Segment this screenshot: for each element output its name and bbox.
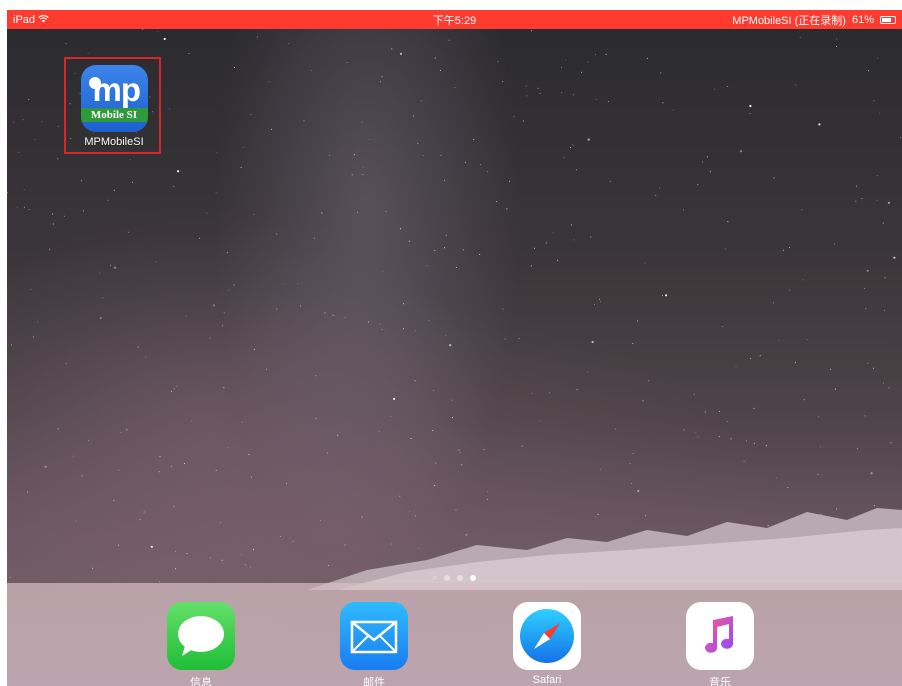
dock-app-mail[interactable]: 邮件 [340, 602, 408, 686]
spotlight-search-icon[interactable]: ⌕ [433, 573, 437, 583]
ipad-screen: iPad 下午5:29 MPMobileSI (正在录制) 61% mp Mob… [7, 10, 902, 686]
messages-icon[interactable] [167, 602, 235, 670]
mp-logo-text: mp [92, 71, 141, 108]
mail-icon[interactable] [340, 602, 408, 670]
app-mpmobilesi[interactable]: mp Mobile SI MPMobileSI [80, 65, 148, 148]
recording-indicator[interactable]: MPMobileSI (正在录制) [732, 12, 846, 28]
dock-label: 音乐 [709, 677, 731, 686]
battery-icon [880, 15, 896, 24]
mp-logo-band: Mobile SI [80, 108, 148, 122]
music-note-icon[interactable] [686, 602, 754, 670]
dock-label: 信息 [190, 677, 212, 686]
dock-app-music[interactable]: 音乐 [686, 602, 754, 686]
mpmobilesi-app-icon[interactable]: mp Mobile SI [80, 65, 148, 132]
dock-app-messages[interactable]: 信息 [167, 602, 235, 686]
dock-app-safari[interactable]: Safari [513, 602, 581, 686]
safari-icon[interactable] [513, 602, 581, 670]
device-name: iPad [13, 13, 36, 26]
battery-percent: 61% [851, 13, 874, 26]
page-dot-current[interactable] [470, 575, 477, 581]
dock-label: Safari [532, 674, 562, 686]
page-indicator[interactable]: ⌕ [7, 573, 902, 583]
app-label: MPMobileSI [84, 136, 144, 148]
page-dot[interactable] [457, 575, 464, 581]
status-bar: iPad 下午5:29 MPMobileSI (正在录制) 61% [7, 10, 902, 29]
dock: 信息 邮件 Safari 音乐 [7, 583, 902, 686]
dock-label: 邮件 [363, 677, 385, 686]
wifi-icon [38, 14, 49, 26]
page-dot[interactable] [444, 575, 451, 581]
